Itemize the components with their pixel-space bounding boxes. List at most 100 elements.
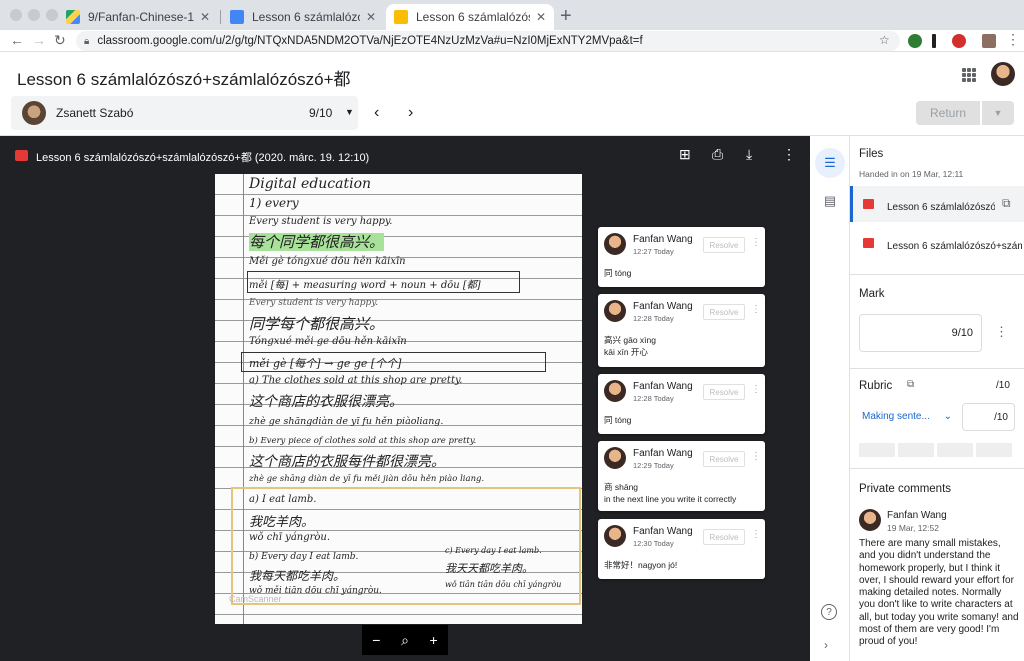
zoom-out-icon[interactable]: −: [372, 632, 380, 648]
files-panel-icon[interactable]: ☰: [815, 148, 845, 178]
tab-divider: [220, 10, 221, 24]
comment-card[interactable]: Fanfan Wang 12:28 Today Resolve ⋮ 高兴 gāo…: [598, 294, 765, 367]
student-name: Zsanett Szabó: [56, 106, 134, 120]
more-options-icon[interactable]: ⋮: [782, 146, 796, 163]
comment-card[interactable]: Fanfan Wang 12:30 Today Resolve ⋮ 非常好！na…: [598, 519, 765, 579]
close-tab-icon[interactable]: ✕: [200, 10, 210, 24]
handwriting-line: c) Every day I eat lamb.: [445, 546, 542, 555]
resolve-button[interactable]: Resolve: [703, 384, 745, 400]
more-options-icon[interactable]: ⋮: [751, 384, 761, 395]
open-in-new-icon[interactable]: ⧉: [1002, 196, 1011, 211]
adblock-extension-icon[interactable]: [952, 34, 966, 48]
back-icon[interactable]: ←: [10, 32, 24, 48]
browser-tab-drive[interactable]: 9/Fanfan-Chinese-19-20 - Goo ✕: [58, 4, 218, 30]
handwriting-line: b) Every piece of clothes sold at this s…: [249, 436, 477, 446]
more-options-icon[interactable]: ⋮: [751, 237, 761, 248]
scanned-notes-page[interactable]: Digital education 1) every Every student…: [215, 174, 582, 624]
more-options-icon[interactable]: ⋮: [751, 304, 761, 315]
browser-tab-active[interactable]: Lesson 6 számlalózószó+szám ✕: [386, 4, 554, 30]
expand-panel-icon[interactable]: ›: [824, 638, 828, 652]
next-student-icon[interactable]: ›: [408, 104, 413, 122]
more-options-icon[interactable]: ⋮: [751, 529, 761, 540]
zoom-reset-icon[interactable]: ⌕: [401, 632, 409, 649]
handwriting-line: 我每天都吃羊肉。: [249, 569, 346, 583]
handwriting-line: a) The clothes sold at this shop are pre…: [249, 375, 463, 386]
rubric-level[interactable]: [859, 443, 895, 457]
comment-time: 12:29 Today: [633, 461, 674, 470]
side-icon-rail: ☰ ▤: [810, 136, 850, 661]
evernote-extension-icon[interactable]: [908, 34, 922, 48]
browser-menu-icon[interactable]: ⋮: [1006, 31, 1020, 48]
close-tab-icon[interactable]: ✕: [536, 10, 546, 24]
handwriting-line: wǒ tiān tiān dōu chī yángròu: [445, 580, 562, 589]
drive-icon: [66, 10, 80, 24]
handwriting-line: zhè ge shāngdiàn de yī fu hěn piàoliang.: [249, 416, 444, 427]
handwriting-line: Digital education: [249, 176, 372, 192]
rubric-level[interactable]: [937, 443, 973, 457]
account-avatar[interactable]: [991, 62, 1015, 86]
handwriting-line: Měi gè tóngxué dōu hěn kāixīn: [249, 256, 406, 267]
profile-extension-icon[interactable]: [982, 34, 996, 48]
comment-text: 商 shāng: [604, 482, 639, 492]
files-heading: Files: [859, 148, 884, 160]
extension-icon[interactable]: [932, 34, 936, 48]
grading-panel: Files Handed in on 19 Mar, 12:11 Lesson …: [850, 136, 1024, 661]
commenter-avatar: [604, 447, 626, 469]
maximize-window-button[interactable]: [46, 9, 58, 21]
mark-input[interactable]: 9/10: [859, 314, 982, 352]
reload-icon[interactable]: ↻: [54, 32, 66, 49]
download-icon[interactable]: ⤓: [746, 146, 752, 163]
dropdown-arrow-icon[interactable]: ▼: [345, 107, 354, 117]
return-options-icon[interactable]: ▼: [982, 101, 1014, 125]
handwriting-line: Tóngxué měi ge dōu hěn kāixīn: [249, 336, 407, 347]
rubric-levels: [859, 443, 1012, 457]
rubric-level[interactable]: [898, 443, 934, 457]
add-comment-icon[interactable]: ⊞: [679, 146, 691, 163]
file-item[interactable]: Lesson 6 számlalózószó+számlalózószó+都 ⧉: [850, 186, 1024, 222]
file-title: Lesson 6 számlalózószó+számlalózószó+都 (…: [36, 152, 370, 164]
criterion-score-input[interactable]: /10: [962, 403, 1015, 431]
handwriting-line: měi [每] + measuring word + noun + dōu [都…: [249, 280, 481, 291]
print-icon[interactable]: ⎙: [712, 146, 723, 163]
forward-icon[interactable]: →: [32, 32, 46, 48]
student-selector[interactable]: Zsanett Szabó 9/10 ▼: [11, 96, 358, 130]
browser-tab-classroom[interactable]: Lesson 6 számlalózószó+szám ✕: [222, 4, 384, 30]
new-tab-button[interactable]: +: [560, 5, 572, 28]
resolve-button[interactable]: Resolve: [703, 451, 745, 467]
resolve-button[interactable]: Resolve: [703, 304, 745, 320]
comment-card[interactable]: Fanfan Wang 12:27 Today Resolve ⋮ 同 tóng: [598, 227, 765, 287]
rubric-heading: Rubric: [859, 380, 893, 392]
help-icon[interactable]: ?: [821, 604, 837, 620]
more-options-icon[interactable]: ⋮: [751, 451, 761, 462]
previous-student-icon[interactable]: ‹: [374, 104, 379, 122]
file-item[interactable]: Lesson 6 számlalózószó+számlalózószó+都: [850, 225, 1024, 261]
handwriting-line: Every student is very happy.: [249, 216, 393, 227]
comment-author: Fanfan Wang: [633, 381, 693, 392]
handwriting-line: Every student is very happy.: [249, 298, 379, 308]
comment-author: Fanfan Wang: [633, 234, 693, 245]
close-window-button[interactable]: [10, 9, 22, 21]
handwriting-line: b) Every day I eat lamb.: [249, 552, 359, 562]
more-options-icon[interactable]: ⋮: [995, 324, 1008, 340]
minimize-window-button[interactable]: [28, 9, 40, 21]
comment-card[interactable]: Fanfan Wang 12:28 Today Resolve ⋮ 同 tóng: [598, 374, 765, 434]
comment-text: in the next line you write it correctly: [604, 494, 737, 504]
commenter-avatar: [604, 233, 626, 255]
commenter-avatar: [859, 509, 881, 531]
return-button[interactable]: Return: [916, 101, 980, 125]
comment-card[interactable]: Fanfan Wang 12:29 Today Resolve ⋮ 商 shān…: [598, 441, 765, 511]
rubric-level[interactable]: [976, 443, 1012, 457]
close-tab-icon[interactable]: ✕: [366, 10, 376, 24]
apps-grid-icon[interactable]: [962, 68, 976, 82]
url-field[interactable]: 🔒︎ classroom.google.com/u/2/g/tg/NTQxNDA…: [76, 31, 900, 51]
open-rubric-icon[interactable]: ⧉: [907, 379, 914, 390]
resolve-button[interactable]: Resolve: [703, 237, 745, 253]
comment-bank-icon[interactable]: ▤: [815, 186, 845, 216]
comment-text: 非常好！nagyon jó!: [604, 560, 678, 570]
resolve-button[interactable]: Resolve: [703, 529, 745, 545]
zoom-in-icon[interactable]: +: [430, 632, 438, 648]
bookmark-star-icon[interactable]: ☆: [879, 33, 890, 47]
handwriting-line: a) I eat lamb.: [249, 494, 317, 505]
rubric-criterion-selector[interactable]: Making sente... ⌄: [859, 402, 955, 430]
criterion-label: Making sente...: [862, 410, 930, 422]
